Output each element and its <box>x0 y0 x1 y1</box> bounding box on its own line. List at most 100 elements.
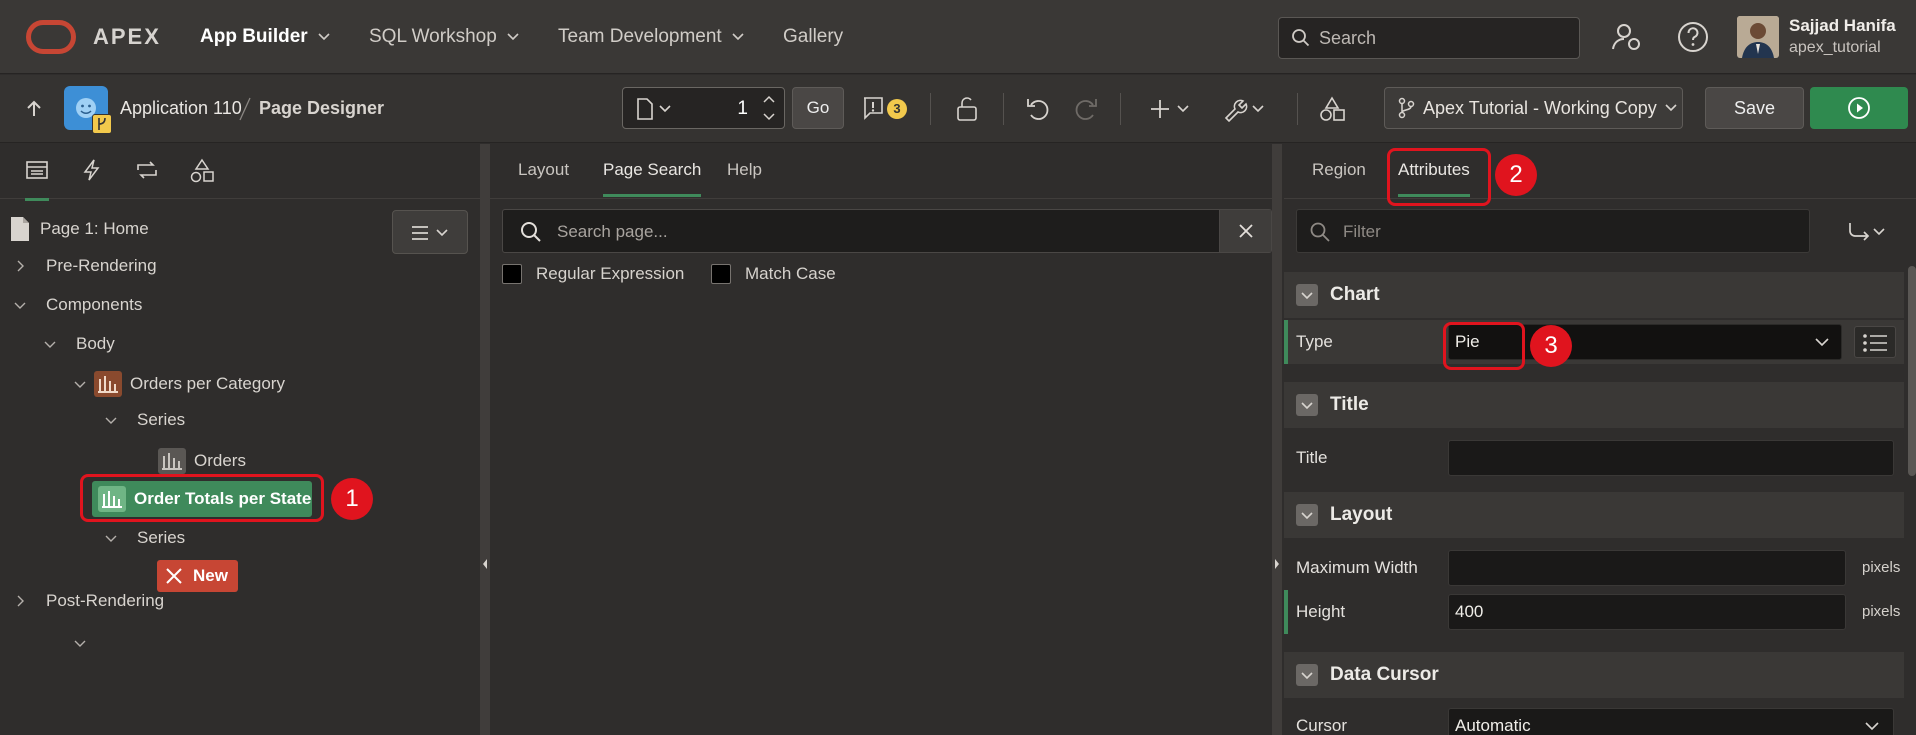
property-filter-input[interactable]: Filter <box>1296 209 1810 253</box>
chevron-down-icon[interactable] <box>1296 664 1318 686</box>
application-icon[interactable] <box>64 86 112 134</box>
global-search-input[interactable]: Search <box>1278 17 1580 59</box>
undo-icon[interactable] <box>1025 96 1051 122</box>
working-copy-selector[interactable]: Apex Tutorial - Working Copy <box>1384 87 1683 129</box>
title-input[interactable] <box>1448 440 1894 476</box>
tree-components[interactable]: Components <box>14 295 142 315</box>
oracle-logo-icon[interactable] <box>26 20 76 54</box>
tab-page-search[interactable]: Page Search <box>603 160 702 197</box>
tab-processing[interactable] <box>134 158 162 186</box>
utilities-wrench-icon[interactable] <box>1222 96 1266 122</box>
administration-user-icon[interactable] <box>1610 20 1644 54</box>
run-button[interactable] <box>1810 87 1908 129</box>
section-chart[interactable]: Chart <box>1284 272 1904 318</box>
go-to-group-icon[interactable] <box>1846 220 1886 244</box>
tree-series-group-2[interactable]: Series <box>105 528 185 548</box>
chevron-down-icon[interactable] <box>105 414 117 426</box>
nav-team-development[interactable]: Team Development <box>558 26 744 48</box>
changed-marker <box>1284 590 1288 634</box>
chevron-down-icon[interactable] <box>1296 394 1318 416</box>
chevron-down-icon <box>732 33 744 41</box>
unit-label: pixels <box>1862 559 1901 576</box>
checkbox-label: Regular Expression <box>536 264 685 283</box>
top-navigation-bar: APEX App Builder SQL Workshop Team Devel… <box>0 0 1916 74</box>
property-type: Type Pie <box>1284 320 1904 364</box>
go-button[interactable]: Go <box>792 87 844 129</box>
redo-icon[interactable] <box>1073 96 1099 122</box>
clear-search-button[interactable] <box>1219 210 1271 252</box>
chevron-down-icon[interactable] <box>105 532 117 544</box>
central-pane: Layout Page Search Help Search page... R… <box>490 144 1272 735</box>
toolbar-divider <box>1003 93 1004 125</box>
maximum-width-input[interactable] <box>1448 550 1846 586</box>
arrow-up-icon[interactable] <box>24 99 44 119</box>
chevron-right-icon[interactable] <box>14 595 26 607</box>
breadcrumb-application[interactable]: Application 110 <box>120 98 242 119</box>
user-name[interactable]: Sajjad Hanifa <box>1789 16 1896 36</box>
chevron-down-icon[interactable] <box>74 637 86 649</box>
chevron-down-icon[interactable] <box>44 338 56 350</box>
chevron-down-icon[interactable] <box>14 299 26 311</box>
cursor-select[interactable]: Automatic <box>1448 708 1894 735</box>
tab-layout[interactable]: Layout <box>518 160 569 180</box>
left-splitter[interactable] <box>480 144 490 735</box>
type-list-button[interactable] <box>1854 326 1896 358</box>
tree-pre-rendering[interactable]: Pre-Rendering <box>14 256 157 276</box>
section-data-cursor[interactable]: Data Cursor <box>1284 652 1904 698</box>
tab-help[interactable]: Help <box>727 160 762 180</box>
page-number-input[interactable]: 1 <box>737 98 748 120</box>
right-splitter[interactable] <box>1272 144 1282 735</box>
annotation-highlight-1 <box>80 474 324 522</box>
save-button[interactable]: Save <box>1705 87 1804 129</box>
section-title: Data Cursor <box>1330 664 1439 685</box>
section-layout[interactable]: Layout <box>1284 492 1904 538</box>
user-workspace: apex_tutorial <box>1789 39 1881 56</box>
tree-series-new[interactable]: New <box>157 560 238 592</box>
cursor-value: Automatic <box>1455 716 1531 735</box>
tree-series-group-1[interactable]: Series <box>105 410 185 430</box>
tree-menu-button[interactable] <box>392 210 468 254</box>
tree-post-rendering[interactable]: Post-Rendering <box>14 591 164 611</box>
create-menu-icon[interactable] <box>1150 96 1190 122</box>
unlock-icon[interactable] <box>955 96 979 122</box>
shared-components-icon <box>190 158 214 183</box>
collapse-right-icon <box>1275 559 1279 569</box>
checkbox-box[interactable] <box>711 264 731 284</box>
regex-checkbox[interactable]: Regular Expression <box>502 264 684 284</box>
toolbar-divider <box>1297 93 1298 125</box>
chevron-right-icon[interactable] <box>14 260 26 272</box>
apex-brand[interactable]: APEX <box>93 24 161 50</box>
page-icon <box>637 98 653 120</box>
chevron-down-icon[interactable] <box>1296 284 1318 306</box>
tree-body[interactable]: Body <box>44 334 115 354</box>
search-icon <box>1292 29 1310 47</box>
chevron-down-icon[interactable] <box>74 378 86 390</box>
nav-app-builder[interactable]: App Builder <box>200 26 330 48</box>
shared-components-icon[interactable] <box>1318 96 1346 122</box>
avatar[interactable] <box>1737 16 1779 58</box>
help-icon[interactable] <box>1676 20 1710 54</box>
page-selector[interactable]: 1 <box>622 87 785 129</box>
tree-page-node[interactable]: Page 1: Home <box>8 216 149 242</box>
tree-region-orders-per-category[interactable]: Orders per Category <box>74 371 285 397</box>
nav-sql-workshop[interactable]: SQL Workshop <box>369 26 519 48</box>
branch-badge-icon <box>92 114 112 134</box>
nav-gallery[interactable]: Gallery <box>783 26 843 48</box>
tab-shared-components[interactable] <box>189 158 217 186</box>
tab-region[interactable]: Region <box>1312 160 1366 180</box>
advisor-warning-icon[interactable] <box>862 96 884 120</box>
match-case-checkbox[interactable]: Match Case <box>711 264 836 284</box>
tree-label: Series <box>137 528 186 547</box>
property-scrollbar[interactable] <box>1908 266 1916 476</box>
height-input[interactable]: 400 <box>1448 594 1846 630</box>
page-search-input[interactable]: Search page... <box>502 209 1272 253</box>
tab-dynamic-actions[interactable] <box>80 158 108 186</box>
search-placeholder: Search <box>1319 27 1377 48</box>
chevron-down-icon[interactable] <box>1296 504 1318 526</box>
tab-rendering[interactable] <box>25 158 53 201</box>
checkbox-box[interactable] <box>502 264 522 284</box>
tree-series-orders[interactable]: Orders <box>158 448 246 474</box>
section-title-group[interactable]: Title <box>1284 382 1904 428</box>
page-stepper-icon[interactable] <box>762 93 776 123</box>
tree-label: Body <box>76 334 115 353</box>
